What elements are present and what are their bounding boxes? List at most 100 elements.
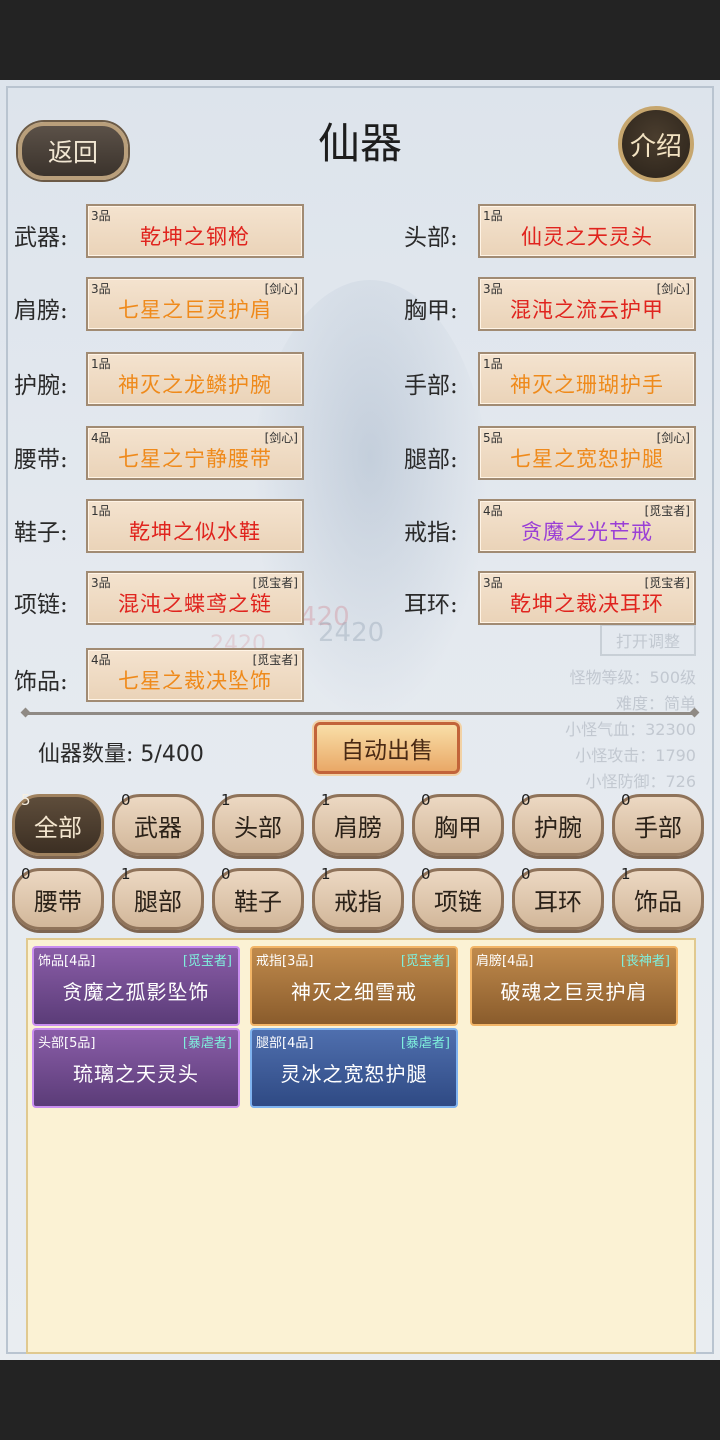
filter-count: 0 <box>421 865 431 883</box>
filter-count: 5 <box>21 791 31 809</box>
bag-item-type: 饰品[4品] <box>38 954 96 969</box>
bag-item[interactable]: 肩膀[4品] [丧神者] 破魂之巨灵护肩 <box>470 946 678 1026</box>
slot-item-name: 混沌之流云护甲 <box>510 298 664 322</box>
auto-sell-button[interactable]: 自动出售 <box>314 722 460 774</box>
intro-button[interactable]: 介绍 <box>618 106 694 182</box>
inventory-count-label: 仙器数量: <box>38 742 134 767</box>
bag-item-name: 破魂之巨灵护肩 <box>500 980 648 1004</box>
equipment-slot[interactable]: 1品 神灭之龙鳞护腕 <box>86 352 304 406</box>
filter-tab[interactable]: 0 护腕 <box>512 791 604 856</box>
equipment-slot[interactable]: 4品 [剑心] 七星之宁静腰带 <box>86 426 304 480</box>
equipment-slot[interactable]: 3品 [剑心] 七星之巨灵护肩 <box>86 277 304 331</box>
bag-item[interactable]: 腿部[4品] [暴虐者] 灵冰之宽恕护腿 <box>250 1028 458 1108</box>
filter-label: 护腕 <box>534 813 582 842</box>
section-divider <box>24 712 696 715</box>
filter-label: 全部 <box>34 813 82 842</box>
equipment-slot[interactable]: 3品 乾坤之钢枪 <box>86 204 304 258</box>
filter-label: 肩膀 <box>334 813 382 842</box>
filter-tab[interactable]: 5 全部 <box>12 791 104 856</box>
slot-label: 武器: <box>14 225 68 251</box>
filter-tab[interactable]: 1 头部 <box>212 791 304 856</box>
equipment-slot[interactable]: 1品 乾坤之似水鞋 <box>86 499 304 553</box>
slot-item-name: 神灭之龙鳞护腕 <box>118 373 272 397</box>
slot-item-name: 仙灵之天灵头 <box>521 225 653 249</box>
filter-count: 0 <box>421 791 431 809</box>
page-title: 仙器 <box>317 119 402 168</box>
equipment-slot[interactable]: 4品 [觅宝者] 贪魔之光芒戒 <box>478 499 696 553</box>
filter-count: 1 <box>321 791 331 809</box>
inventory-count-value: 5/400 <box>140 742 204 767</box>
slot-label: 项链: <box>14 592 68 618</box>
bag-item[interactable]: 戒指[3品] [觅宝者] 神灭之细雪戒 <box>250 946 458 1026</box>
slot-item-name: 乾坤之裁决耳环 <box>510 592 664 616</box>
ghost-stat-line: 难度：简单 <box>615 694 696 713</box>
bag-item-name: 贪魔之孤影坠饰 <box>62 980 210 1004</box>
filter-count: 0 <box>521 791 531 809</box>
slot-label: 饰品: <box>14 669 68 695</box>
status-bar <box>0 0 720 80</box>
equipment-slot[interactable]: 5品 [剑心] 七星之宽恕护腿 <box>478 426 696 480</box>
filter-count: 0 <box>121 791 131 809</box>
slot-item-name: 贪魔之光芒戒 <box>521 520 653 544</box>
slot-item-name: 混沌之蝶鸢之链 <box>118 592 272 616</box>
filter-label: 腰带 <box>34 887 82 916</box>
bag-item-tag: [觅宝者] <box>400 954 450 969</box>
filter-label: 戒指 <box>334 887 382 916</box>
bag-item-name: 灵冰之宽恕护腿 <box>280 1062 428 1086</box>
filter-tab[interactable]: 0 鞋子 <box>212 865 304 930</box>
filter-tab[interactable]: 1 饰品 <box>612 865 704 930</box>
filter-tab[interactable]: 1 腿部 <box>112 865 204 930</box>
filter-tab[interactable]: 0 耳环 <box>512 865 604 930</box>
slot-item-name: 神灭之珊瑚护手 <box>510 373 664 397</box>
bag-item-type: 肩膀[4品] <box>476 954 534 969</box>
filter-label: 项链 <box>434 887 482 916</box>
slot-label: 耳环: <box>404 592 458 618</box>
filter-count: 0 <box>521 865 531 883</box>
filter-count: 0 <box>21 865 31 883</box>
bag-item-tag: [暴虐者] <box>400 1036 450 1051</box>
equipment-slot[interactable]: 4品 [觅宝者] 七星之裁决坠饰 <box>86 648 304 702</box>
equipment-slot[interactable]: 3品 [觅宝者] 混沌之蝶鸢之链 <box>86 571 304 625</box>
slot-label: 肩膀: <box>14 298 68 324</box>
filter-count: 1 <box>221 791 231 809</box>
equipment-slot[interactable]: 1品 仙灵之天灵头 <box>478 204 696 258</box>
filter-tab[interactable]: 0 项链 <box>412 865 504 930</box>
filter-tab[interactable]: 1 戒指 <box>312 865 404 930</box>
navigation-bar <box>0 1360 720 1440</box>
filter-tab[interactable]: 0 腰带 <box>12 865 104 930</box>
inventory-grid[interactable]: 饰品[4品] [觅宝者] 贪魔之孤影坠饰 戒指[3品] [觅宝者] 神灭之细雪戒 肩膀[4品… <box>26 938 696 1354</box>
filter-label: 武器 <box>134 813 182 842</box>
ghost-stat-line: 小怪攻击：1790 <box>575 746 696 765</box>
filter-tab[interactable]: 0 武器 <box>112 791 204 856</box>
filter-label: 腿部 <box>134 887 182 916</box>
slot-label: 鞋子: <box>14 520 68 546</box>
slot-item-name: 七星之宽恕护腿 <box>510 447 664 471</box>
bag-item[interactable]: 头部[5品] [暴虐者] 琉璃之天灵头 <box>32 1028 240 1108</box>
slot-label: 护腕: <box>14 373 68 399</box>
slot-label: 腿部: <box>404 447 458 473</box>
ghost-open-adjust: 打开调整 <box>600 624 696 656</box>
bag-item-type: 戒指[3品] <box>256 954 314 969</box>
bag-item[interactable]: 饰品[4品] [觅宝者] 贪魔之孤影坠饰 <box>32 946 240 1026</box>
filter-label: 鞋子 <box>234 887 282 916</box>
filter-tab[interactable]: 1 肩膀 <box>312 791 404 856</box>
equipment-slot[interactable]: 1品 神灭之珊瑚护手 <box>478 352 696 406</box>
ghost-number: 2420 <box>318 618 385 648</box>
filter-count: 0 <box>221 865 231 883</box>
slot-item-name: 乾坤之钢枪 <box>140 225 250 249</box>
slot-label: 胸甲: <box>404 298 458 324</box>
game-screen: 打开调整 怪物等级：500级 难度：简单 小怪气血：32300 小怪攻击：179… <box>0 80 720 1360</box>
slot-label: 戒指: <box>404 520 458 546</box>
slot-label: 头部: <box>404 225 458 251</box>
filter-label: 饰品 <box>634 887 682 916</box>
filter-tab[interactable]: 0 手部 <box>612 791 704 856</box>
bag-item-tag: [觅宝者] <box>182 954 232 969</box>
equipment-slot[interactable]: 3品 [觅宝者] 乾坤之裁决耳环 <box>478 571 696 625</box>
filter-count: 0 <box>621 791 631 809</box>
filter-tab[interactable]: 0 胸甲 <box>412 791 504 856</box>
equipment-slot[interactable]: 3品 [剑心] 混沌之流云护甲 <box>478 277 696 331</box>
filter-label: 胸甲 <box>434 813 482 842</box>
filter-count: 1 <box>121 865 131 883</box>
slot-item-name: 乾坤之似水鞋 <box>129 520 261 544</box>
slot-label: 腰带: <box>14 447 68 473</box>
